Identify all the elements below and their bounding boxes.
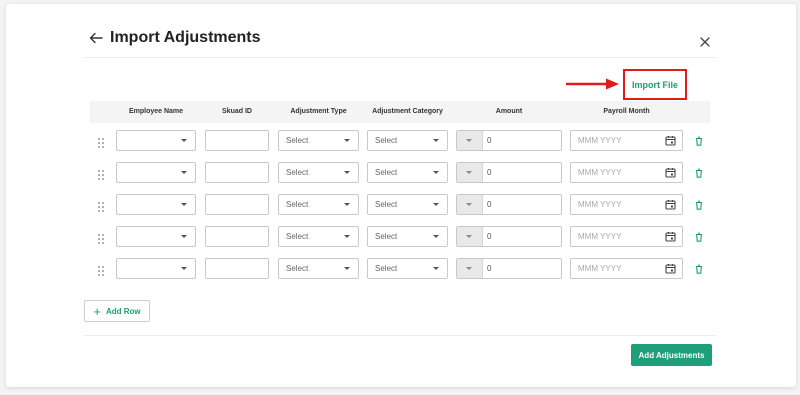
chevron-down-icon — [466, 171, 472, 174]
amount-input[interactable]: 0 — [456, 194, 562, 215]
adjustment-category-select[interactable]: Select — [367, 194, 448, 215]
adjustment-type-select[interactable]: Select — [278, 162, 359, 183]
calendar-icon[interactable] — [665, 135, 676, 146]
adjustment-category-select[interactable]: Select — [367, 162, 448, 183]
payroll-month-input[interactable]: MMM YYYY — [570, 194, 683, 215]
calendar-icon[interactable] — [665, 199, 676, 210]
add-adjustments-button[interactable]: Add Adjustments — [631, 344, 712, 366]
chevron-down-icon — [344, 267, 350, 270]
skuad-id-input[interactable] — [205, 194, 269, 215]
employee-name-select[interactable] — [116, 130, 196, 151]
add-row-label: Add Row — [105, 306, 141, 316]
chevron-down-icon — [344, 171, 350, 174]
calendar-icon[interactable] — [665, 263, 676, 274]
calendar-icon[interactable] — [665, 167, 676, 178]
chevron-down-icon — [433, 171, 439, 174]
drag-handle-icon[interactable] — [97, 137, 105, 149]
chevron-down-icon — [181, 267, 187, 270]
trash-icon[interactable] — [695, 168, 703, 178]
skuad-id-input[interactable] — [205, 226, 269, 247]
payroll-month-input[interactable]: MMM YYYY — [570, 162, 683, 183]
adjustment-category-select[interactable]: Select — [367, 258, 448, 279]
drag-handle-icon[interactable] — [97, 201, 105, 213]
trash-icon[interactable] — [695, 264, 703, 274]
trash-icon[interactable] — [695, 200, 703, 210]
drag-handle-icon[interactable] — [97, 265, 105, 277]
chevron-down-icon — [181, 171, 187, 174]
employee-name-select[interactable] — [116, 226, 196, 247]
trash-icon[interactable] — [695, 136, 703, 146]
chevron-down-icon — [466, 235, 472, 238]
skuad-id-input[interactable] — [205, 258, 269, 279]
chevron-down-icon — [181, 235, 187, 238]
red-arrow-icon — [566, 78, 619, 90]
back-arrow-icon[interactable] — [89, 31, 103, 45]
table-row: Select Select 0 MMM YYYY — [90, 194, 710, 226]
currency-select[interactable] — [457, 195, 483, 214]
table-header: Employee Name Skuad ID Adjustment Type A… — [90, 101, 710, 123]
import-file-label: Import File — [631, 79, 678, 90]
add-row-button[interactable]: + Add Row — [84, 300, 150, 322]
table-row: Select Select 0 MMM YYYY — [90, 226, 710, 258]
adjustment-type-select[interactable]: Select — [278, 194, 359, 215]
chevron-down-icon — [344, 203, 350, 206]
chevron-down-icon — [466, 267, 472, 270]
trash-icon[interactable] — [695, 232, 703, 242]
drag-handle-icon[interactable] — [97, 169, 105, 181]
skuad-id-input[interactable] — [205, 162, 269, 183]
table-row: Select Select 0 MMM YYYY — [90, 130, 710, 162]
adjustment-category-select[interactable]: Select — [367, 130, 448, 151]
column-header-employee-name: Employee Name — [128, 108, 184, 115]
import-file-button[interactable]: Import File — [623, 69, 687, 100]
adjustment-type-select[interactable]: Select — [278, 130, 359, 151]
payroll-month-input[interactable]: MMM YYYY — [570, 130, 683, 151]
adjustment-type-select[interactable]: Select — [278, 226, 359, 247]
table-row: Select Select 0 MMM YYYY — [90, 162, 710, 194]
column-header-adjustment-category: Adjustment Category — [372, 108, 443, 115]
calendar-icon[interactable] — [665, 231, 676, 242]
payroll-month-input[interactable]: MMM YYYY — [570, 258, 683, 279]
column-header-payroll-month: Payroll Month — [603, 108, 650, 115]
employee-name-select[interactable] — [116, 162, 196, 183]
chevron-down-icon — [466, 203, 472, 206]
chevron-down-icon — [433, 235, 439, 238]
employee-name-select[interactable] — [116, 194, 196, 215]
chevron-down-icon — [344, 139, 350, 142]
currency-select[interactable] — [457, 131, 483, 150]
chevron-down-icon — [181, 203, 187, 206]
chevron-down-icon — [433, 139, 439, 142]
skuad-id-input[interactable] — [205, 130, 269, 151]
chevron-down-icon — [181, 139, 187, 142]
footer-divider — [84, 335, 716, 336]
employee-name-select[interactable] — [116, 258, 196, 279]
chevron-down-icon — [344, 235, 350, 238]
currency-select[interactable] — [457, 163, 483, 182]
close-icon[interactable] — [698, 35, 712, 49]
column-header-skuad-id: Skuad ID — [222, 108, 252, 115]
chevron-down-icon — [466, 139, 472, 142]
amount-input[interactable]: 0 — [456, 130, 562, 151]
adjustment-type-select[interactable]: Select — [278, 258, 359, 279]
plus-icon: + — [93, 303, 101, 319]
chevron-down-icon — [433, 267, 439, 270]
payroll-month-input[interactable]: MMM YYYY — [570, 226, 683, 247]
currency-select[interactable] — [457, 259, 483, 278]
column-header-amount: Amount — [495, 108, 523, 115]
drag-handle-icon[interactable] — [97, 233, 105, 245]
currency-select[interactable] — [457, 227, 483, 246]
add-adjustments-label: Add Adjustments — [638, 350, 705, 360]
header-divider — [84, 57, 716, 58]
amount-input[interactable]: 0 — [456, 258, 562, 279]
amount-input[interactable]: 0 — [456, 226, 562, 247]
column-header-adjustment-type: Adjustment Type — [290, 108, 347, 115]
table-row: Select Select 0 MMM YYYY — [90, 258, 710, 290]
page-title: Import Adjustments — [110, 29, 261, 46]
chevron-down-icon — [433, 203, 439, 206]
adjustment-category-select[interactable]: Select — [367, 226, 448, 247]
amount-input[interactable]: 0 — [456, 162, 562, 183]
